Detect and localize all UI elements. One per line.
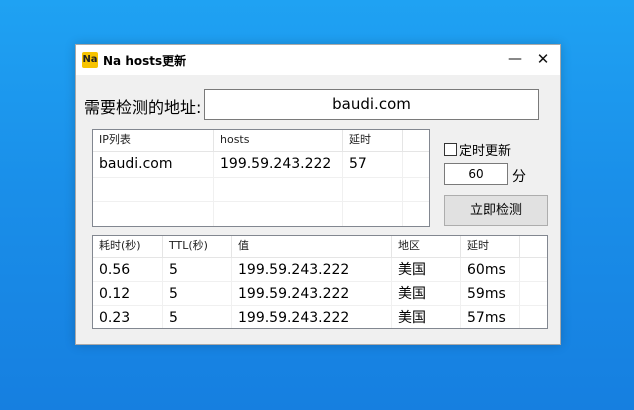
cell-ttl: 5	[163, 258, 232, 281]
minimize-button[interactable]: —	[500, 45, 530, 75]
cell-blank	[520, 306, 547, 328]
cell-region: 美国	[392, 282, 461, 305]
cell-elapsed: 0.23	[93, 306, 163, 328]
cell-blank	[520, 258, 547, 281]
cell-value: 199.59.243.222	[232, 306, 392, 328]
results-table-header: 耗时(秒) TTL(秒) 值 地区 延时	[93, 236, 547, 258]
empty-row	[93, 202, 429, 226]
column-header-value[interactable]: 值	[232, 236, 392, 257]
cell-blank	[520, 282, 547, 305]
cell-region: 美国	[392, 306, 461, 328]
empty-cell	[93, 178, 214, 201]
url-label: 需要检测的地址:	[84, 98, 202, 117]
cell-latency: 57	[343, 152, 403, 177]
checkbox-box[interactable]	[444, 143, 457, 156]
empty-cell	[214, 202, 343, 226]
column-header-elapsed[interactable]: 耗时(秒)	[93, 236, 163, 257]
detect-now-button[interactable]: 立即检测	[444, 195, 548, 226]
cell-value: 199.59.243.222	[232, 282, 392, 305]
empty-cell	[343, 202, 403, 226]
column-header-blank	[403, 130, 429, 151]
column-header-region[interactable]: 地区	[392, 236, 461, 257]
table-row[interactable]: baudi.com 199.59.243.222 57	[93, 152, 429, 178]
cell-latency: 57ms	[461, 306, 520, 328]
cell-latency: 59ms	[461, 282, 520, 305]
cell-ttl: 5	[163, 282, 232, 305]
cell-region: 美国	[392, 258, 461, 281]
column-header-latency[interactable]: 延时	[461, 236, 520, 257]
column-header-hosts[interactable]: hosts	[214, 130, 343, 151]
ip-table-header: IP列表 hosts 延时	[93, 130, 429, 152]
table-row[interactable]: 0.12 5 199.59.243.222 美国 59ms	[93, 282, 547, 306]
table-row[interactable]: 0.23 5 199.59.243.222 美国 57ms	[93, 306, 547, 328]
url-input[interactable]: baudi.com	[204, 89, 539, 120]
ip-list-table[interactable]: IP列表 hosts 延时 baudi.com 199.59.243.222 5…	[92, 129, 430, 227]
cell-hosts-ip: 199.59.243.222	[214, 152, 343, 177]
cell-domain: baudi.com	[93, 152, 214, 177]
table-row[interactable]: 0.56 5 199.59.243.222 美国 60ms	[93, 258, 547, 282]
interval-minutes-input[interactable]: 60	[444, 163, 508, 185]
cell-elapsed: 0.12	[93, 282, 163, 305]
app-logo-icon: Na	[82, 52, 98, 68]
empty-row	[93, 178, 429, 202]
column-header-ttl[interactable]: TTL(秒)	[163, 236, 232, 257]
interval-unit-label: 分	[512, 169, 526, 185]
auto-update-checkbox[interactable]: 定时更新	[444, 140, 511, 159]
results-table[interactable]: 耗时(秒) TTL(秒) 值 地区 延时 0.56 5 199.59.243.2…	[92, 235, 548, 329]
close-button[interactable]: ✕	[528, 45, 558, 75]
empty-cell	[93, 202, 214, 226]
cell-ttl: 5	[163, 306, 232, 328]
empty-cell	[343, 178, 403, 201]
title-bar[interactable]: Na Na hosts更新 — ✕	[76, 45, 560, 75]
window-title: Na hosts更新	[103, 54, 187, 68]
column-header-blank	[520, 236, 547, 257]
empty-cell	[214, 178, 343, 201]
column-header-latency[interactable]: 延时	[343, 130, 403, 151]
auto-update-label: 定时更新	[459, 144, 512, 159]
cell-value: 199.59.243.222	[232, 258, 392, 281]
cell-latency: 60ms	[461, 258, 520, 281]
column-header-ip-list[interactable]: IP列表	[93, 130, 214, 151]
app-window: Na Na hosts更新 — ✕ 需要检测的地址: baudi.com IP列…	[75, 44, 561, 345]
cell-elapsed: 0.56	[93, 258, 163, 281]
cell-blank	[403, 152, 429, 177]
